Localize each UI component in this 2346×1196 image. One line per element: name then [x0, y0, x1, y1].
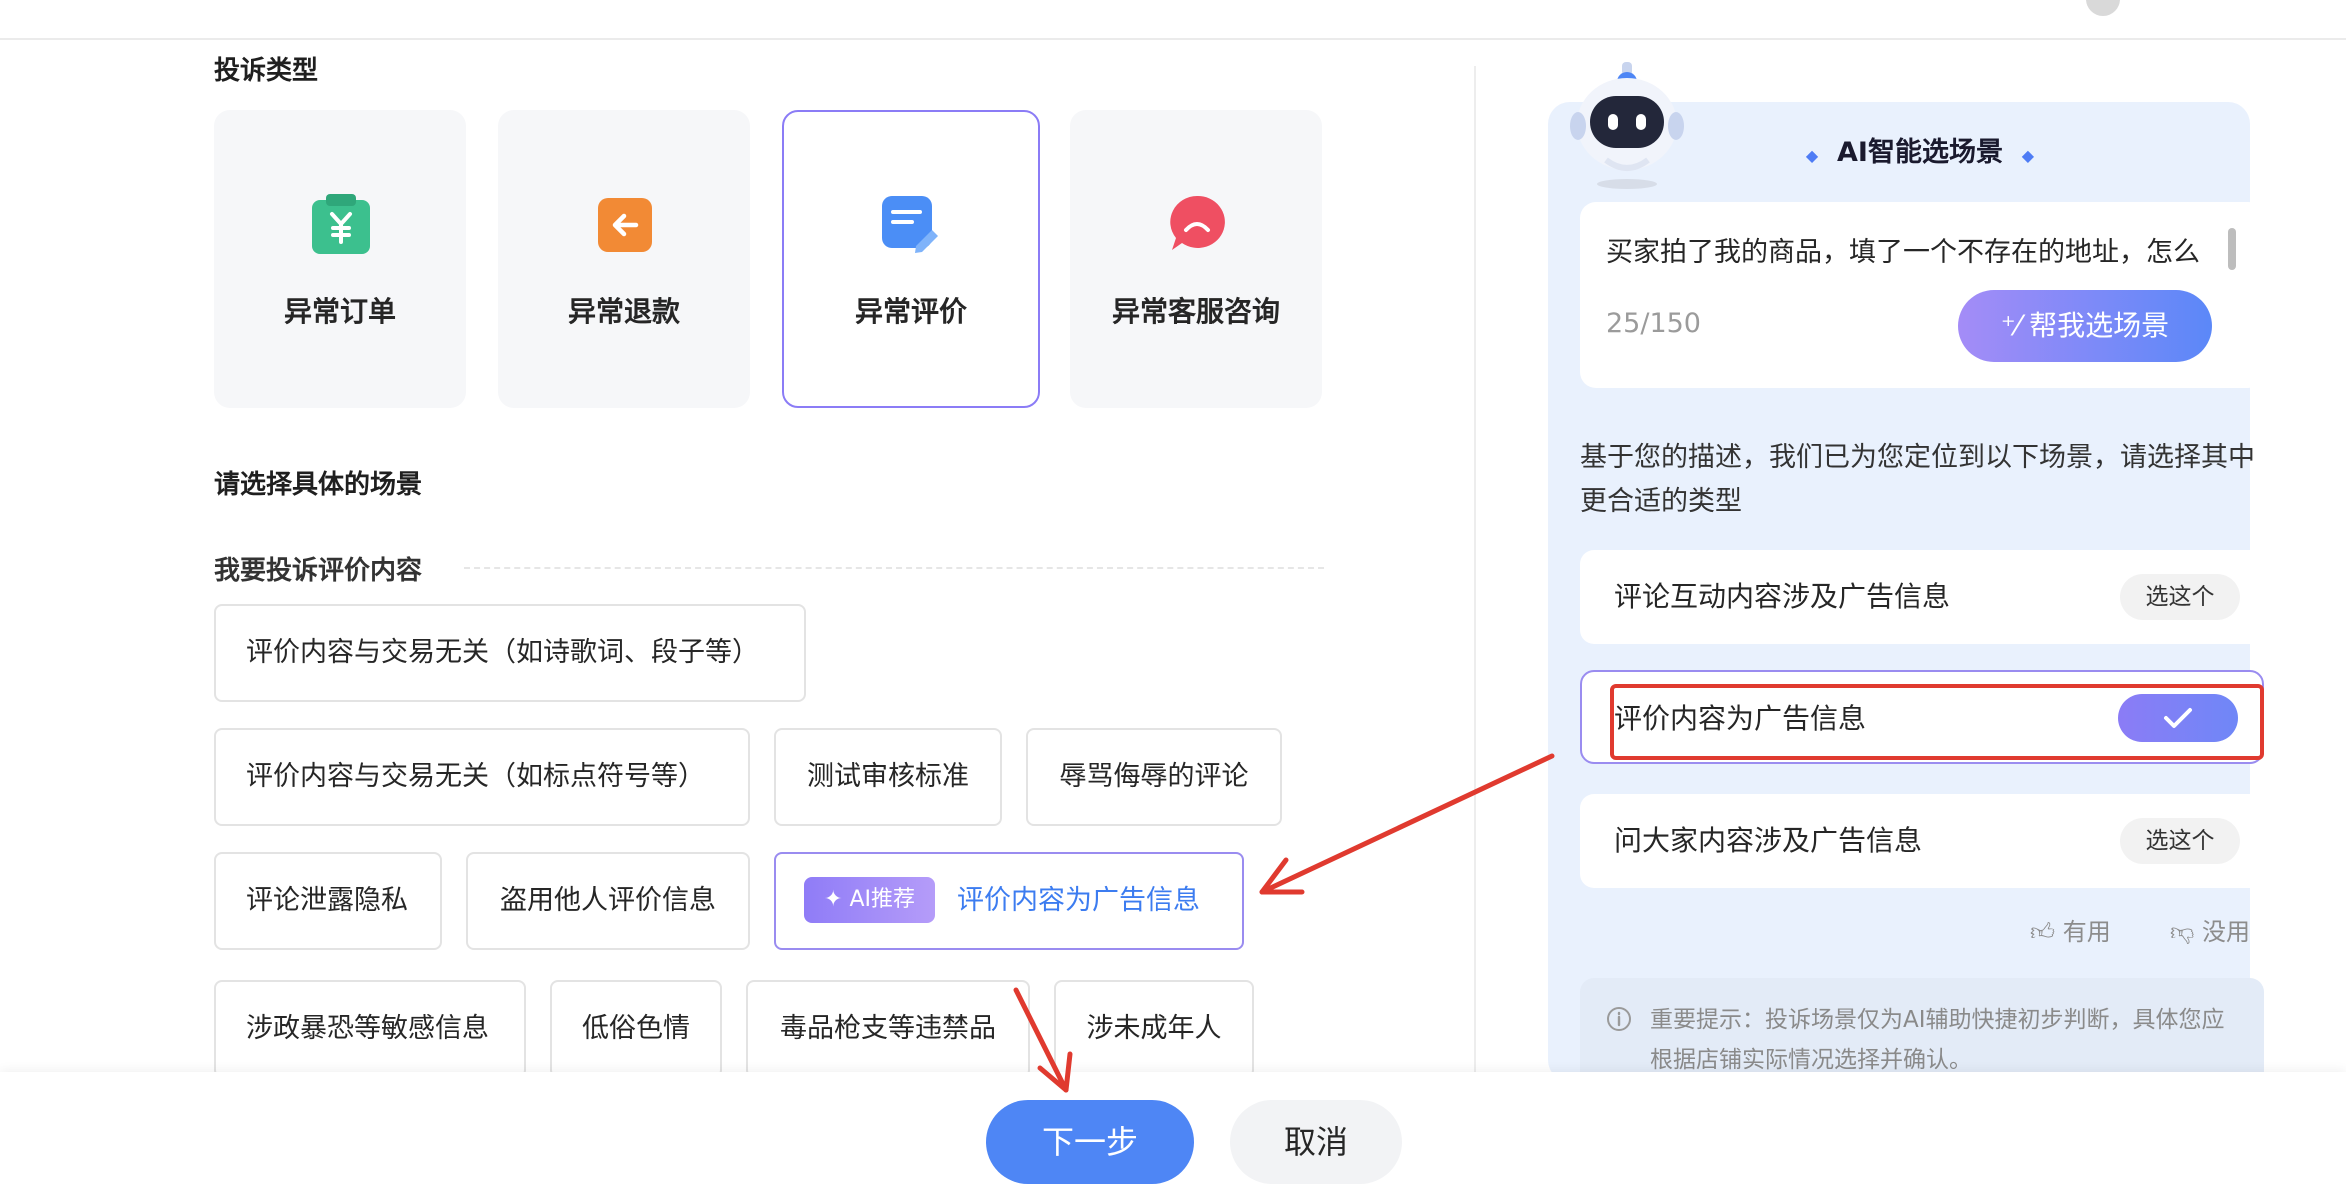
- input-scrollbar[interactable]: [2228, 228, 2236, 270]
- complaint-type-heading: 投诉类型: [214, 56, 319, 86]
- scene-chip[interactable]: 涉未成年人: [1054, 980, 1254, 1078]
- scene-chip-ai-recommended[interactable]: ✦ AI推荐 评价内容为广告信息: [774, 852, 1244, 950]
- scene-chip[interactable]: 盗用他人评价信息: [466, 852, 750, 950]
- customer-service-chat-icon: [1170, 195, 1225, 250]
- highlight-annotation-box: [1610, 684, 2264, 760]
- ai-robot-mascot-icon: [1570, 62, 1684, 189]
- magic-wand-icon: ⁺⁄: [2000, 309, 2030, 342]
- arrow-to-ai-chip: [1259, 753, 1555, 895]
- diamond-sparkle-icon: ◆: [1805, 146, 1819, 165]
- group-divider: [464, 567, 1324, 569]
- scene-chip[interactable]: 评价内容与交易无关（如诗歌词、段子等）: [214, 604, 806, 702]
- top-bar: [0, 0, 2346, 40]
- choose-scene-button[interactable]: ⁺⁄ 帮我选场景: [1958, 290, 2212, 362]
- sparkle-icon: ✦: [824, 886, 850, 912]
- scene-option[interactable]: 评论互动内容涉及广告信息 选这个: [1580, 550, 2264, 644]
- scene-chip[interactable]: 评价内容与交易无关（如标点符号等）: [214, 728, 750, 826]
- feedback-useful[interactable]: 👍︎ 有用: [2030, 912, 2111, 947]
- scene-option-label: 问大家内容涉及广告信息: [1614, 824, 1923, 857]
- thumbs-down-icon: 👎︎: [2170, 918, 2202, 946]
- type-card-label: 异常客服咨询: [1111, 295, 1280, 328]
- review-edit-icon: [882, 196, 938, 253]
- scene-heading: 请选择具体的场景: [214, 470, 423, 500]
- scene-chip[interactable]: 毒品枪支等违禁品: [746, 980, 1030, 1078]
- order-yuan-icon: [312, 194, 370, 254]
- scene-option-label: 评论互动内容涉及广告信息: [1614, 580, 1951, 613]
- type-card-label: 异常评价: [854, 295, 967, 328]
- scene-option[interactable]: 问大家内容涉及广告信息 选这个: [1580, 794, 2264, 888]
- diamond-sparkle-icon: ◆: [2021, 146, 2035, 165]
- ai-panel-title: ◆ AI智能选场景 ◆: [1800, 130, 2040, 169]
- ai-description-input[interactable]: 买家拍了我的商品，填了一个不存在的地址，怎么 25/150 ⁺⁄ 帮我选场景: [1580, 202, 2264, 388]
- type-card-abnormal-review[interactable]: 异常评价: [782, 110, 1040, 408]
- select-option-button[interactable]: 选这个: [2120, 818, 2240, 864]
- type-card-label: 异常退款: [567, 295, 680, 328]
- cancel-button[interactable]: 取消: [1230, 1100, 1402, 1184]
- info-icon: [1607, 1007, 1631, 1031]
- column-divider: [1474, 66, 1476, 1076]
- next-step-button[interactable]: 下一步: [986, 1100, 1194, 1184]
- ai-panel-title-text: AI智能选场景: [1837, 137, 2003, 168]
- description-text[interactable]: 买家拍了我的商品，填了一个不存在的地址，怎么: [1606, 230, 2200, 269]
- type-card-abnormal-order[interactable]: 异常订单: [214, 110, 466, 408]
- ai-recommend-badge: ✦ AI推荐: [804, 876, 935, 923]
- choose-scene-button-label: 帮我选场景: [2029, 309, 2170, 342]
- select-option-button[interactable]: 选这个: [2120, 574, 2240, 620]
- scene-chip[interactable]: 辱骂侮辱的评论: [1026, 728, 1282, 826]
- scene-chip[interactable]: 低俗色情: [550, 980, 722, 1078]
- avatar[interactable]: [2086, 0, 2120, 16]
- notice-text: 重要提示：投诉场景仅为AI辅助快捷初步判断，具体您应根据店铺实际情况选择并确认。: [1650, 1007, 2225, 1073]
- scene-chip[interactable]: 评论泄露隐私: [214, 852, 442, 950]
- char-counter: 25/150: [1606, 308, 1701, 339]
- type-card-abnormal-refund[interactable]: 异常退款: [498, 110, 750, 408]
- feedback-useful-label: 有用: [2062, 918, 2111, 946]
- feedback-useless-label: 没用: [2202, 918, 2250, 946]
- scene-chip[interactable]: 涉政暴恐等敏感信息: [214, 980, 526, 1078]
- scene-group-title: 我要投诉评价内容: [214, 556, 423, 586]
- ai-result-description: 基于您的描述，我们已为您定位到以下场景，请选择其中更合适的类型: [1580, 442, 2255, 517]
- type-card-label: 异常订单: [283, 295, 396, 328]
- scene-chip[interactable]: 测试审核标准: [774, 728, 1002, 826]
- type-card-abnormal-service[interactable]: 异常客服咨询: [1070, 110, 1322, 408]
- arrowhead: [1259, 857, 1305, 895]
- thumbs-up-icon: 👍︎: [2030, 918, 2063, 946]
- scene-chip-label: 评价内容为广告信息: [956, 885, 1200, 916]
- ai-badge-label: AI推荐: [849, 886, 915, 912]
- feedback-useless[interactable]: 👎︎ 没用: [2170, 912, 2250, 947]
- refund-arrow-icon: [598, 198, 652, 252]
